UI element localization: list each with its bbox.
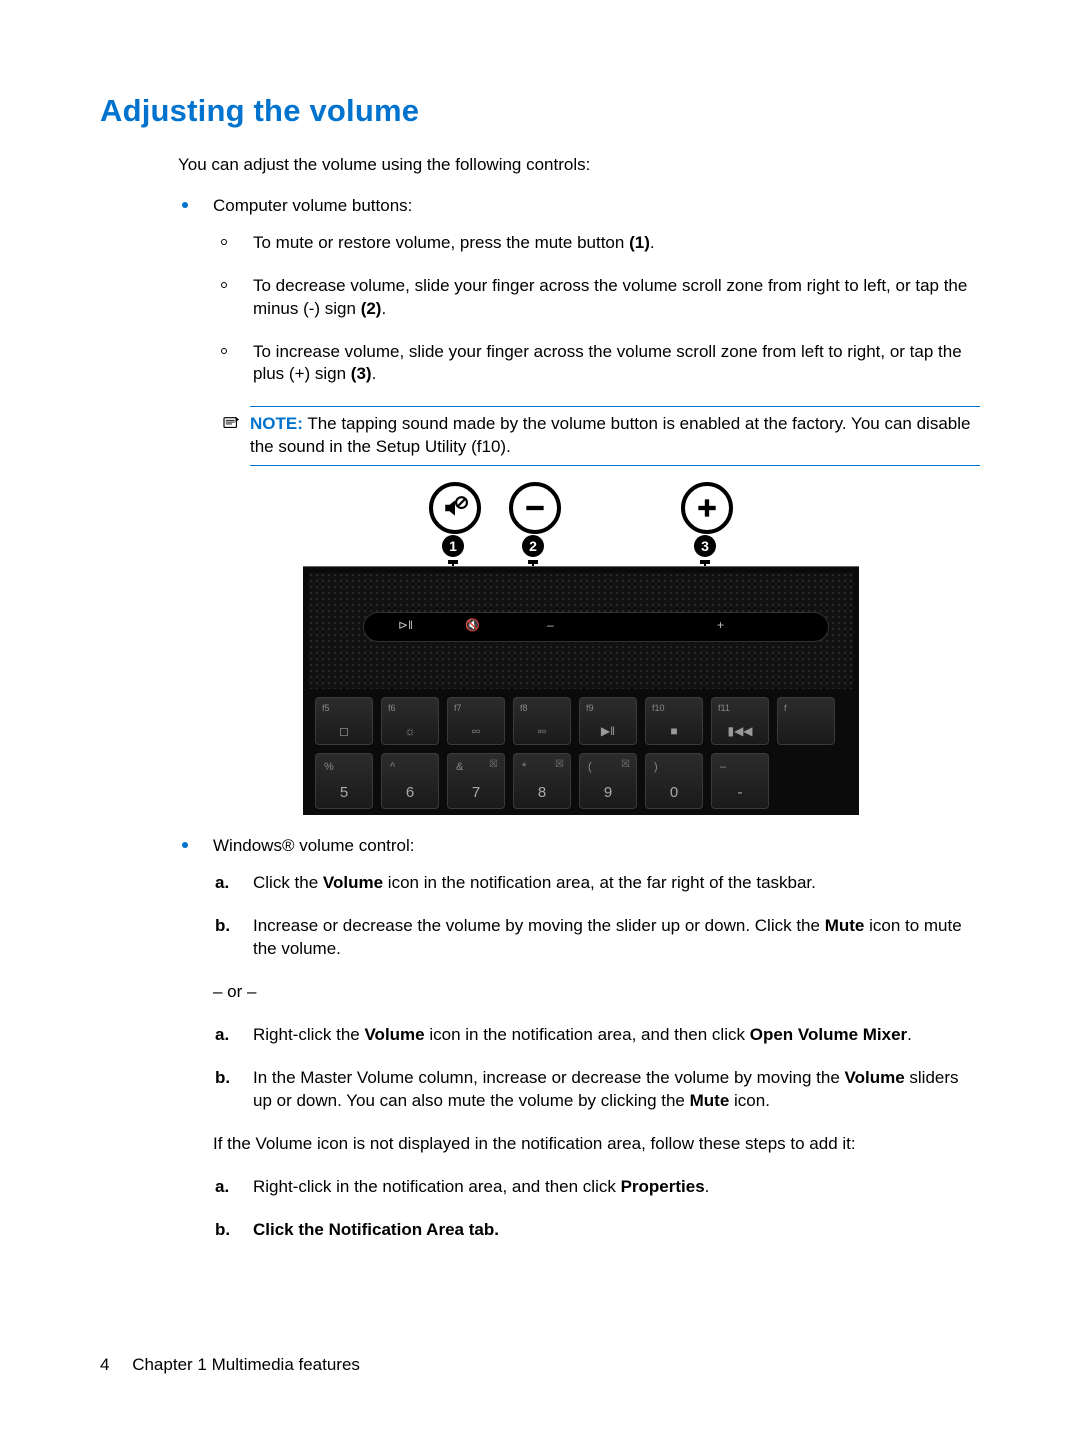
windows-steps-2: Right-click the Volume icon in the notif… <box>213 1024 980 1113</box>
bullet2-lead: Windows® volume control: <box>213 836 415 855</box>
strip-mark-plus: + <box>717 617 724 633</box>
win3-a: Right-click in the notification area, an… <box>213 1176 980 1199</box>
key-f5: f5◻ <box>315 697 373 745</box>
minus-icon <box>509 482 561 534</box>
win2-a: Right-click the Volume icon in the notif… <box>213 1024 980 1047</box>
key-f6: f6☼ <box>381 697 439 745</box>
note-text: The tapping sound made by the volume but… <box>250 414 970 456</box>
function-key-row: f5◻ f6☼ f7▫▫ f8▫▫ f9▶‖ f10■ f11▮◀◀ f <box>315 697 859 747</box>
note-block: NOTE: The tapping sound made by the volu… <box>250 406 980 466</box>
key-9: (☒9 <box>579 753 637 809</box>
key-0: )0 <box>645 753 703 809</box>
figure-icon-row: 1 2 3 <box>303 480 859 566</box>
key-5: %5 <box>315 753 373 809</box>
plus-icon <box>681 482 733 534</box>
keyboard-figure: 1 2 3 <box>303 480 859 815</box>
follow-text: If the Volume icon is not displayed in t… <box>213 1133 980 1156</box>
callout-3: 3 <box>694 535 716 557</box>
or-separator: – or – <box>213 981 980 1004</box>
intro-text: You can adjust the volume using the foll… <box>178 154 980 177</box>
win1-a: Click the Volume icon in the notificatio… <box>213 872 980 895</box>
strip-mark-play: ⊳‖ <box>398 617 413 633</box>
win2-b: In the Master Volume column, increase or… <box>213 1067 980 1113</box>
key-dash: –- <box>711 753 769 809</box>
page-title: Adjusting the volume <box>100 90 980 132</box>
note-label: NOTE: <box>250 414 303 433</box>
win3-b: Click the Notification Area tab. <box>213 1219 980 1242</box>
key-f9: f9▶‖ <box>579 697 637 745</box>
callout-1: 1 <box>442 535 464 557</box>
note-icon <box>223 415 241 431</box>
sub-increase: To increase volume, slide your finger ac… <box>213 341 980 387</box>
key-f-partial: f <box>777 697 835 745</box>
page-footer: 4 Chapter 1 Multimedia features <box>100 1354 360 1377</box>
key-f11: f11▮◀◀ <box>711 697 769 745</box>
key-7: &☒7 <box>447 753 505 809</box>
volume-scroll-strip <box>363 612 829 642</box>
keyboard-image: ⊳‖ 🔇 – + f5◻ f6☼ f7▫▫ f8▫▫ f9▶‖ f10■ f11… <box>303 566 859 815</box>
sub-bullet-list: To mute or restore volume, press the mut… <box>213 232 980 387</box>
callout-2: 2 <box>522 535 544 557</box>
key-6: ^6 <box>381 753 439 809</box>
page-number: 4 <box>100 1355 109 1374</box>
key-8: *☒8 <box>513 753 571 809</box>
win1-b: Increase or decrease the volume by movin… <box>213 915 980 961</box>
top-bullet-list: Computer volume buttons: To mute or rest… <box>178 195 980 1242</box>
chapter-label: Chapter 1 Multimedia features <box>132 1355 360 1374</box>
windows-steps-1: Click the Volume icon in the notificatio… <box>213 872 980 961</box>
strip-mark-minus: – <box>547 617 554 633</box>
document-page: Adjusting the volume You can adjust the … <box>0 0 1080 1437</box>
key-f10: f10■ <box>645 697 703 745</box>
key-f8: f8▫▫ <box>513 697 571 745</box>
strip-mark-mute: 🔇 <box>465 617 480 633</box>
mute-icon <box>429 482 481 534</box>
windows-steps-3: Right-click in the notification area, an… <box>213 1176 980 1242</box>
key-f7: f7▫▫ <box>447 697 505 745</box>
sub-decrease: To decrease volume, slide your finger ac… <box>213 275 980 321</box>
number-key-row: %5 ^6 &☒7 *☒8 (☒9 )0 –- <box>315 753 859 811</box>
bullet1-lead: Computer volume buttons: <box>213 196 412 215</box>
bullet-windows-volume: Windows® volume control: Click the Volum… <box>178 835 980 1241</box>
sub-mute: To mute or restore volume, press the mut… <box>213 232 980 255</box>
bullet-computer-volume: Computer volume buttons: To mute or rest… <box>178 195 980 816</box>
